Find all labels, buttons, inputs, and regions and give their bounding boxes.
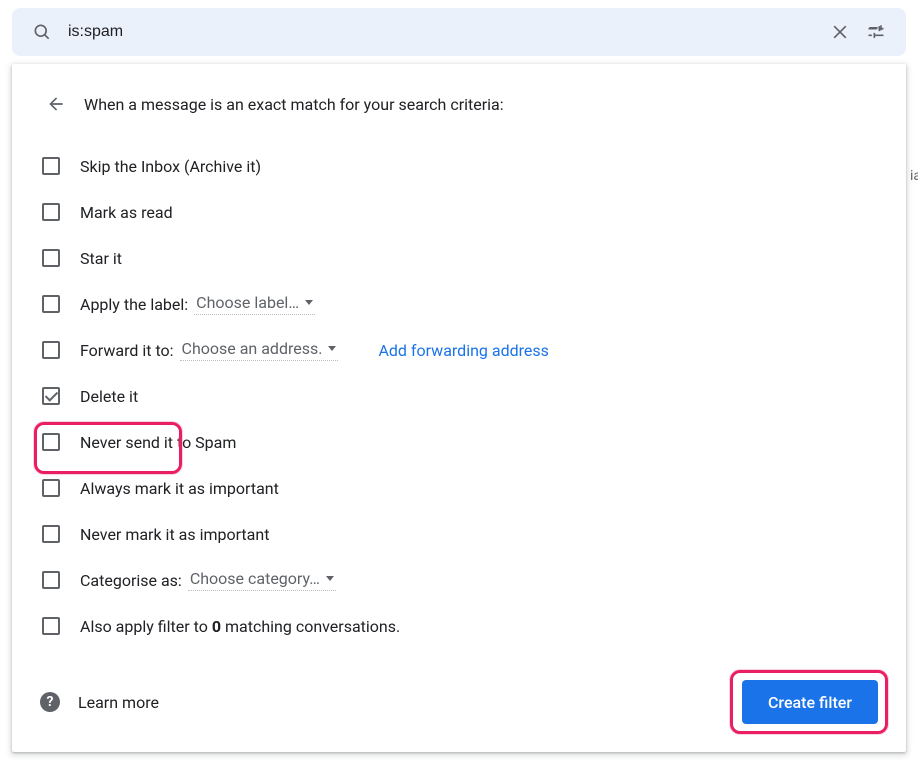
filter-label: Skip the Inbox (Archive it)	[80, 157, 261, 176]
checkbox[interactable]	[42, 157, 60, 175]
checkbox[interactable]	[42, 341, 60, 359]
chevron-down-icon	[305, 300, 313, 305]
checkbox[interactable]	[42, 571, 60, 589]
filter-row: Forward it to: Choose an address. Add forw…	[40, 328, 878, 372]
checkbox[interactable]	[42, 479, 60, 497]
search-bar	[12, 8, 906, 56]
help-icon[interactable]: ?	[40, 692, 60, 712]
checkbox[interactable]	[42, 295, 60, 313]
filter-row: Also apply filter to 0 matching conversa…	[40, 604, 878, 648]
filter-row: Mark as read	[40, 190, 878, 234]
checkbox[interactable]	[42, 249, 60, 267]
checkbox[interactable]	[42, 387, 60, 405]
clipped-text: ia	[910, 168, 918, 184]
filter-row: Skip the Inbox (Archive it)	[40, 144, 878, 188]
panel-title: When a message is an exact match for you…	[84, 95, 504, 114]
checkbox[interactable]	[42, 525, 60, 543]
dropdown[interactable]: Choose category…	[188, 569, 336, 591]
filter-label: Never send it to Spam	[80, 433, 236, 452]
filter-row: Always mark it as important	[40, 466, 878, 510]
panel-header: When a message is an exact match for you…	[40, 88, 878, 120]
filter-label: Forward it to:	[80, 341, 174, 360]
filter-row: Apply the label: Choose label…	[40, 282, 878, 326]
panel-footer: ? Learn more Create filter	[40, 680, 878, 724]
checkbox[interactable]	[42, 617, 60, 635]
back-button[interactable]	[40, 88, 72, 120]
filter-label: Categorise as:	[80, 571, 182, 590]
filter-panel: When a message is an exact match for you…	[12, 64, 906, 752]
filter-label: Delete it	[80, 387, 138, 406]
filter-row: Never send it to Spam	[40, 420, 878, 464]
filter-label: Mark as read	[80, 203, 173, 222]
clear-icon[interactable]	[822, 14, 858, 50]
chevron-down-icon	[328, 346, 336, 351]
filter-label: Apply the label:	[80, 295, 188, 314]
add-forwarding-link[interactable]: Add forwarding address	[378, 341, 548, 360]
filter-row: Delete it	[40, 374, 878, 418]
filter-label: Never mark it as important	[80, 525, 269, 544]
filter-label: Always mark it as important	[80, 479, 279, 498]
filter-label: Also apply filter to 0 matching conversa…	[80, 617, 400, 636]
dropdown[interactable]: Choose label…	[194, 293, 315, 315]
filter-options-icon[interactable]	[858, 14, 894, 50]
search-icon[interactable]	[24, 14, 60, 50]
checkbox[interactable]	[42, 203, 60, 221]
chevron-down-icon	[326, 576, 334, 581]
filter-row: Star it	[40, 236, 878, 280]
filter-row: Never mark it as important	[40, 512, 878, 556]
filter-label: Star it	[80, 249, 122, 268]
learn-more-link[interactable]: Learn more	[78, 693, 159, 712]
filter-row: Categorise as: Choose category…	[40, 558, 878, 602]
create-filter-button[interactable]: Create filter	[742, 680, 878, 724]
search-input[interactable]	[60, 23, 822, 41]
dropdown[interactable]: Choose an address.	[180, 339, 339, 361]
checkbox[interactable]	[42, 433, 60, 451]
